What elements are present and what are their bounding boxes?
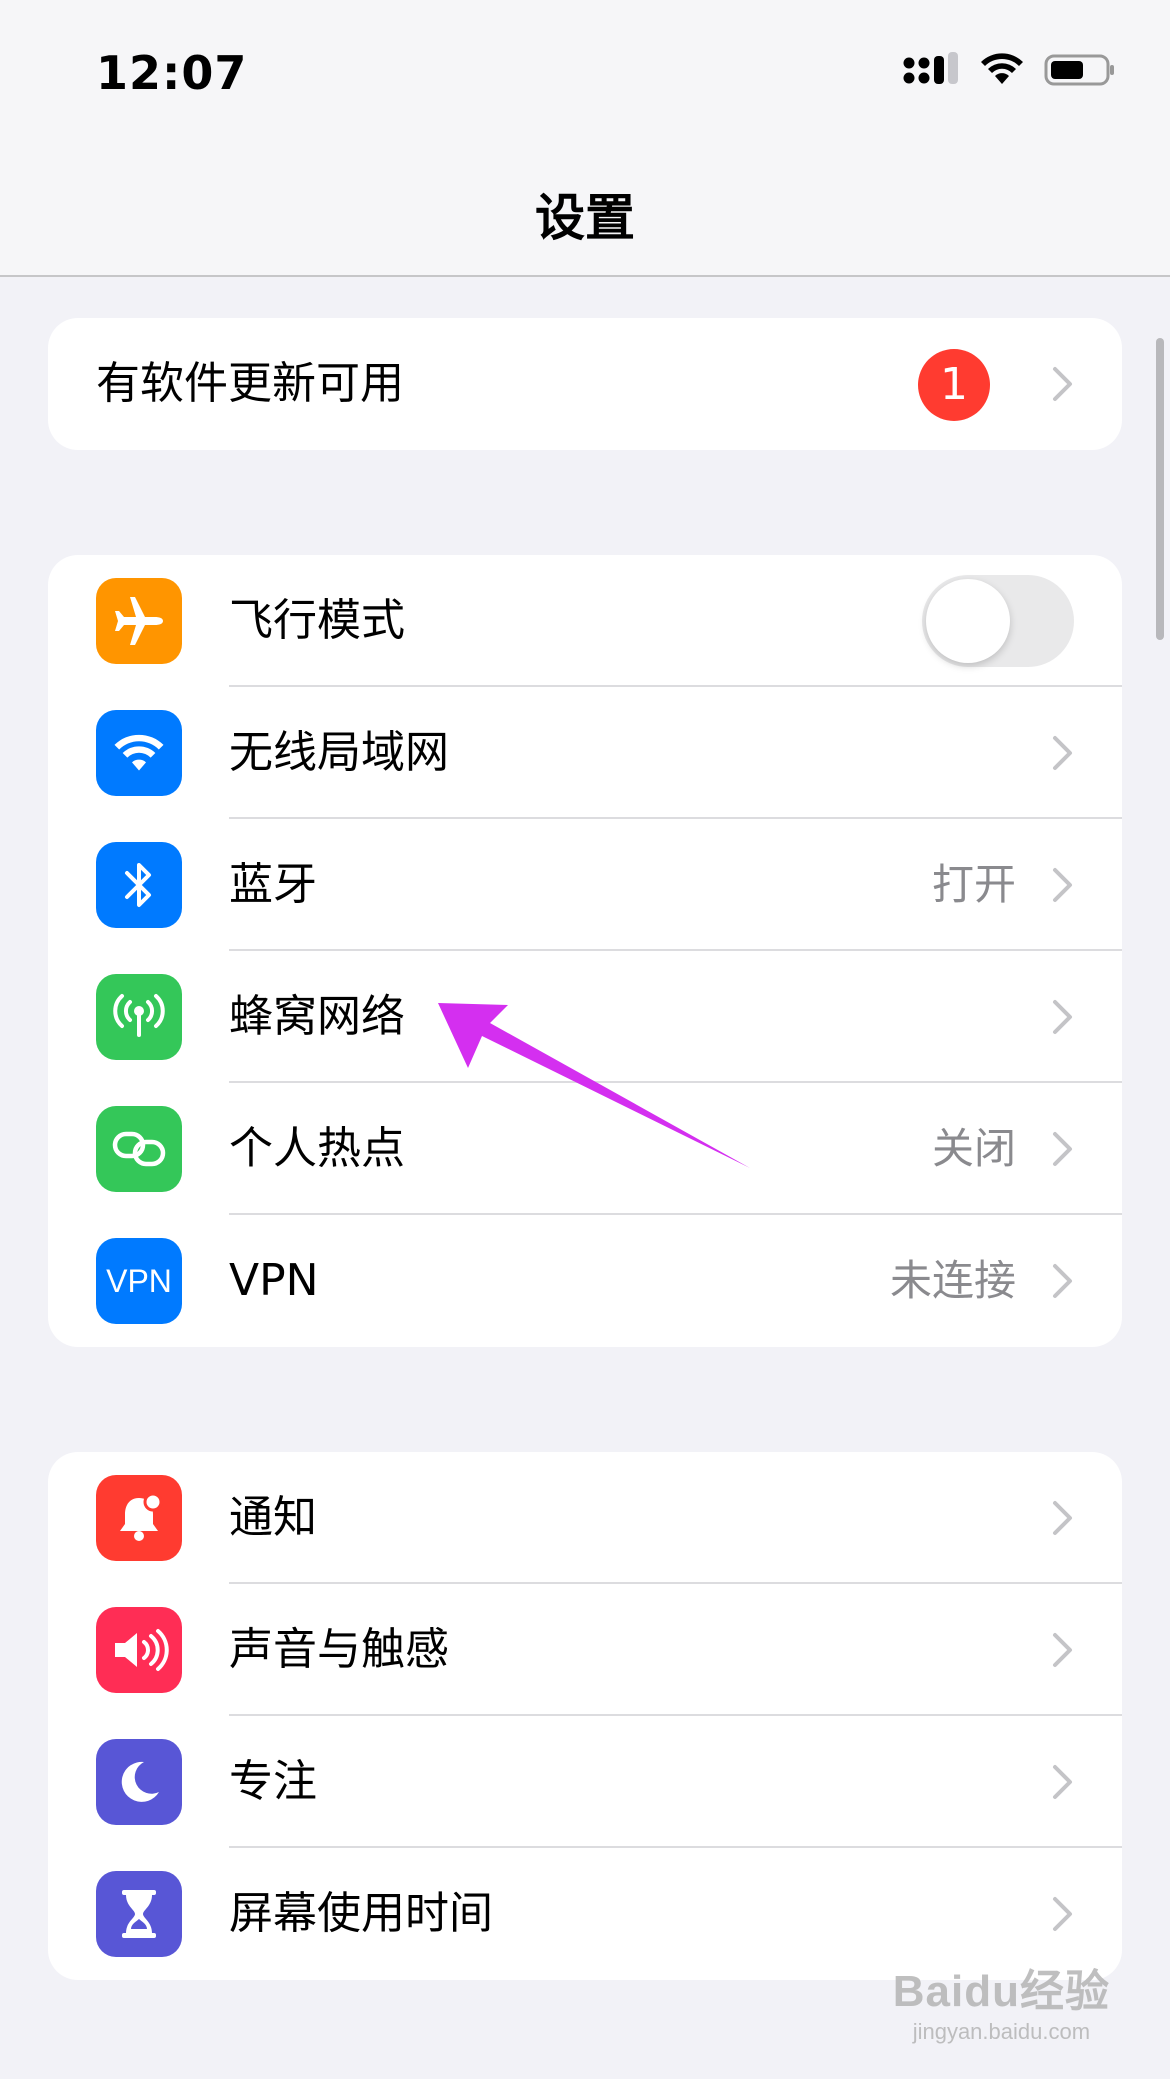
annotation-arrow xyxy=(438,1003,750,1168)
watermark-main: Baidu经验 xyxy=(892,1967,1110,2016)
watermark-sub: jingyan.baidu.com xyxy=(912,2019,1091,2044)
baidu-watermark: Baidu经验 jingyan.baidu.com xyxy=(893,1955,1110,2045)
